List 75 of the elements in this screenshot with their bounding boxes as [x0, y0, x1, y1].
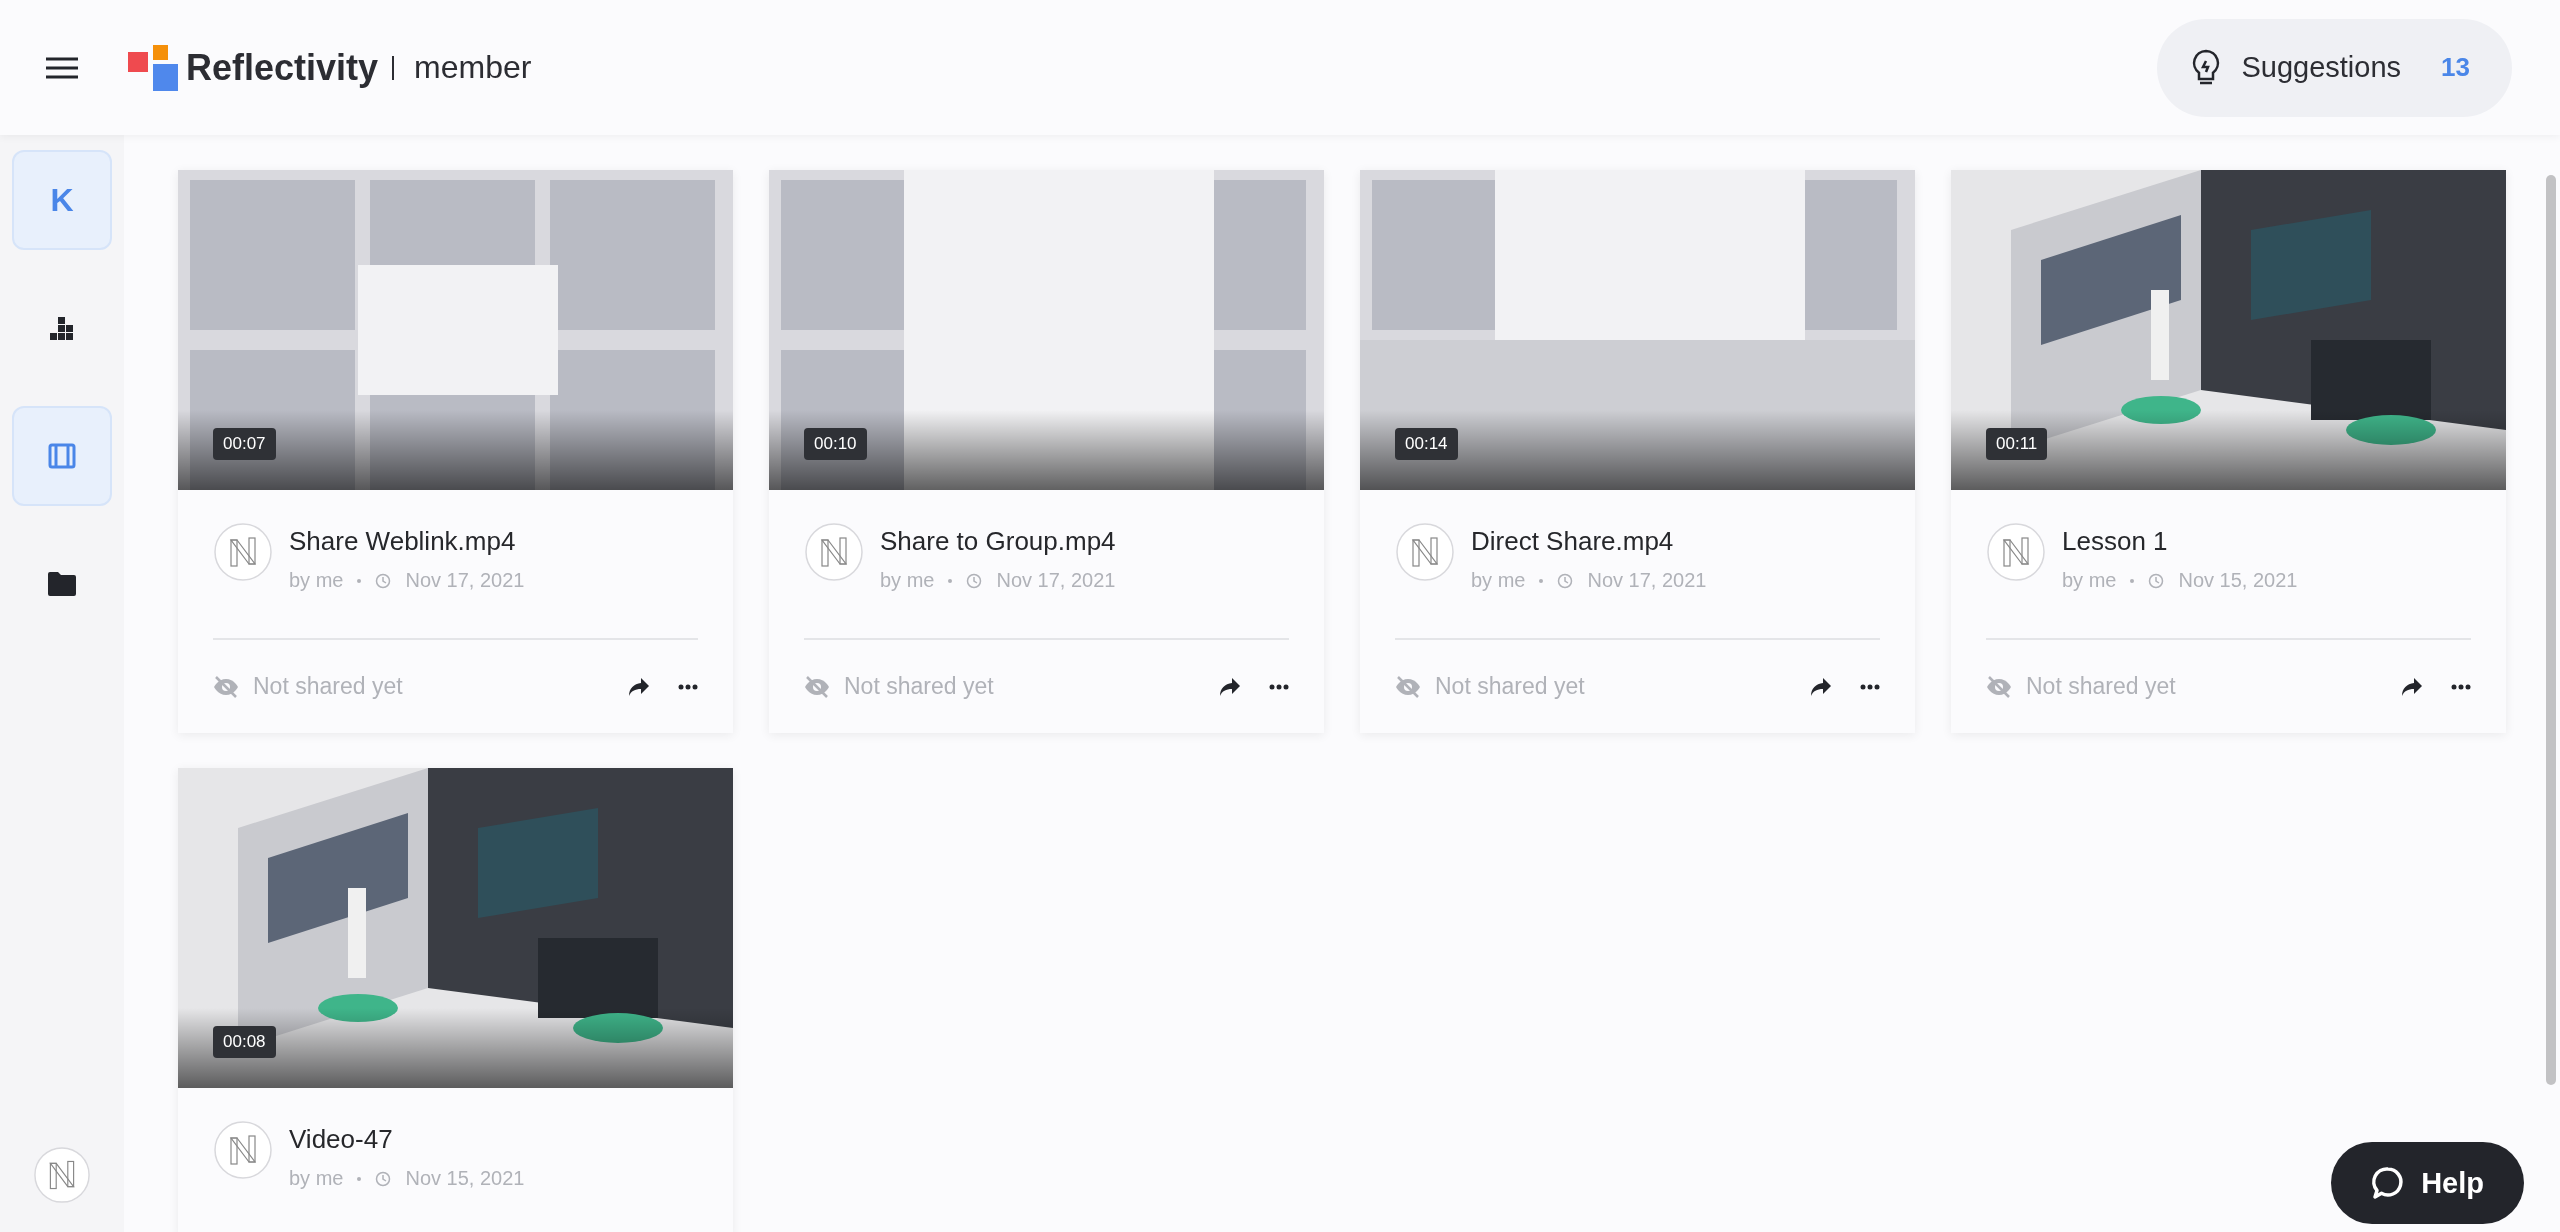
- duration-badge: 00:07: [213, 428, 276, 460]
- help-button[interactable]: Help: [2331, 1142, 2524, 1224]
- share-status: Not shared yet: [1435, 673, 1585, 700]
- more-button[interactable]: [678, 683, 698, 690]
- avatar-icon: [213, 1120, 273, 1180]
- film-icon: [48, 442, 76, 470]
- more-icon: [1269, 683, 1289, 690]
- suggestions-button[interactable]: Suggestions 13: [2157, 18, 2512, 117]
- video-card[interactable]: 00:08 Video-47 by me Nov 15, 2021: [178, 768, 733, 1232]
- avatar-icon: [213, 522, 273, 582]
- duration-badge: 00:08: [213, 1026, 276, 1058]
- video-title: Direct Share.mp4: [1471, 526, 1675, 557]
- share-button[interactable]: [1810, 676, 1832, 697]
- date-label: Nov 17, 2021: [996, 569, 1116, 592]
- duration-badge: 00:11: [1986, 428, 2048, 460]
- share-status: Not shared yet: [844, 673, 994, 700]
- brand-name: Reflectivity: [186, 46, 379, 89]
- more-icon: [2451, 683, 2471, 690]
- share-arrow-icon: [1219, 676, 1241, 697]
- video-title: Video-47: [289, 1124, 394, 1155]
- author-label: by me: [289, 1167, 344, 1190]
- suggestions-count: 13: [2441, 52, 2470, 83]
- author-label: by me: [880, 569, 935, 592]
- clock-icon: [966, 572, 983, 589]
- avatar-icon: [804, 522, 864, 582]
- author-label: by me: [1471, 569, 1526, 592]
- share-button[interactable]: [1219, 676, 1241, 697]
- share-arrow-icon: [1810, 676, 1832, 697]
- author-label: by me: [289, 569, 344, 592]
- duration-badge: 00:10: [804, 428, 867, 460]
- clock-icon: [2148, 572, 2165, 589]
- scrollbar[interactable]: [2546, 175, 2556, 1085]
- share-button[interactable]: [628, 676, 650, 697]
- duration-badge: 00:14: [1395, 428, 1458, 460]
- share-status: Not shared yet: [2026, 673, 2176, 700]
- menu-icon: [46, 56, 78, 79]
- logo-icon: [128, 44, 178, 91]
- avatar-icon: [1986, 522, 2046, 582]
- date-label: Nov 17, 2021: [1587, 569, 1707, 592]
- eye-slash-icon: [1986, 675, 2012, 698]
- eye-slash-icon: [213, 675, 239, 698]
- avatar-icon: [1395, 522, 1455, 582]
- share-button[interactable]: [2401, 676, 2423, 697]
- eye-slash-icon: [804, 675, 830, 698]
- date-label: Nov 15, 2021: [2178, 569, 2298, 592]
- video-title: Share Weblink.mp4: [289, 526, 517, 557]
- date-label: Nov 15, 2021: [405, 1167, 525, 1190]
- video-title: Share to Group.mp4: [880, 526, 1116, 557]
- video-title: Lesson 1: [2062, 526, 2169, 557]
- lightbulb-icon: [2191, 48, 2222, 87]
- role-label: member: [414, 49, 532, 86]
- folder-icon: [47, 571, 77, 597]
- video-card[interactable]: 00:10 Share to Group.mp4 by me Nov 17, 2021 Not shared yet: [769, 170, 1324, 733]
- more-button[interactable]: [1860, 683, 1880, 690]
- author-label: by me: [2062, 569, 2117, 592]
- date-label: Nov 17, 2021: [405, 569, 525, 592]
- clock-icon: [375, 1170, 392, 1187]
- more-icon: [1860, 683, 1880, 690]
- clock-icon: [375, 572, 392, 589]
- more-icon: [678, 683, 698, 690]
- video-card[interactable]: 00:07 Share Weblink.mp4 by me Nov 17, 2021 Not shared yet: [178, 170, 733, 733]
- clock-icon: [1557, 572, 1574, 589]
- menu-button[interactable]: [46, 56, 78, 79]
- video-card[interactable]: 00:11 Lesson 1 by me Nov 15, 2021 Not shared yet: [1951, 170, 2506, 733]
- suggestions-label: Suggestions: [2241, 51, 2402, 84]
- avatar-icon: [33, 1146, 91, 1204]
- share-arrow-icon: [2401, 676, 2423, 697]
- more-button[interactable]: [1269, 683, 1289, 690]
- more-button[interactable]: [2451, 683, 2471, 690]
- share-arrow-icon: [628, 676, 650, 697]
- share-status: Not shared yet: [253, 673, 403, 700]
- chat-bubble-icon: [2371, 1166, 2406, 1200]
- eye-slash-icon: [1395, 675, 1421, 698]
- bar-chart-icon: [49, 315, 75, 341]
- video-card[interactable]: 00:14 Direct Share.mp4 by me Nov 17, 2021 Not shared yet: [1360, 170, 1915, 733]
